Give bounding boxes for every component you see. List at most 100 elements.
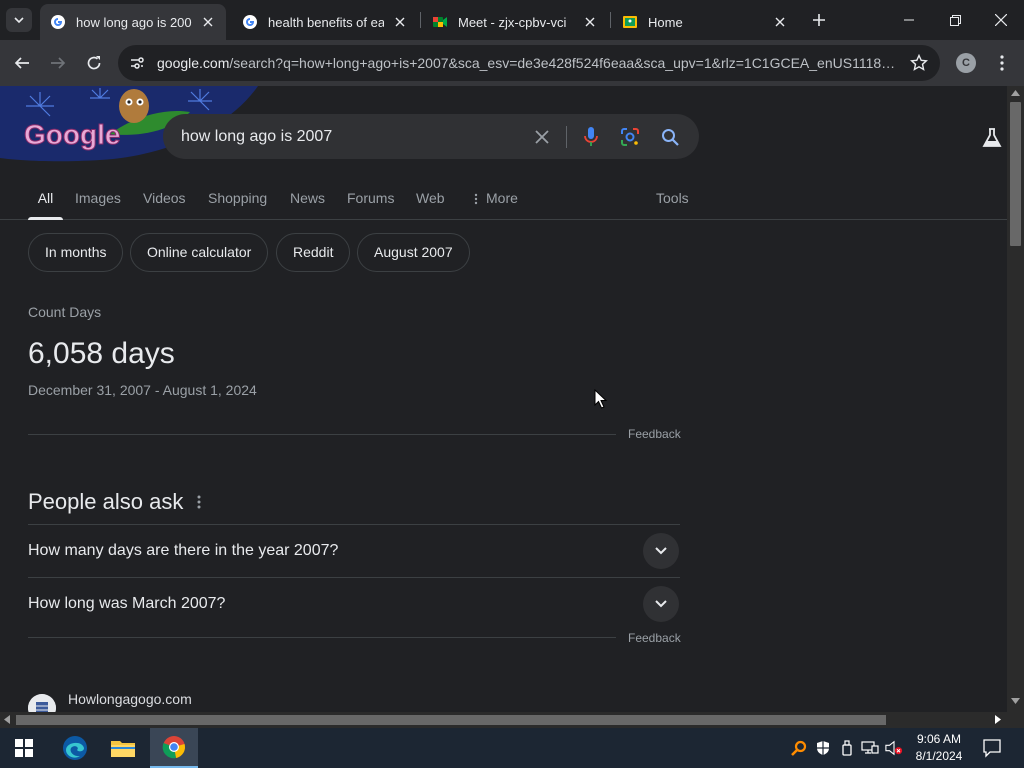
- clock-date: 8/1/2024: [915, 749, 963, 763]
- camera-lens-icon: [621, 128, 639, 146]
- tab-news[interactable]: News: [290, 180, 325, 220]
- clear-search-button[interactable]: [530, 125, 554, 149]
- volume-muted-icon[interactable]: [885, 739, 903, 757]
- google-icon: [51, 15, 65, 29]
- chevron-down-icon: [655, 600, 667, 608]
- paa-expand-button[interactable]: [643, 533, 679, 569]
- site-info-icon[interactable]: [128, 54, 146, 72]
- search-results-page: Google how long ago is 2007 All Images V…: [0, 86, 1007, 712]
- reload-button[interactable]: [80, 49, 108, 77]
- horizontal-scroll-thumb[interactable]: [16, 715, 886, 725]
- vertical-scroll-thumb[interactable]: [1010, 102, 1021, 246]
- chevron-down-icon: [655, 547, 667, 555]
- close-tab-icon[interactable]: [582, 14, 598, 30]
- url-text: google.com/search?q=how+long+ago+is+2007…: [157, 45, 897, 81]
- tab-more[interactable]: More: [486, 180, 518, 220]
- tab-all[interactable]: All: [28, 180, 63, 220]
- restore-button[interactable]: [932, 0, 978, 40]
- divider: [28, 524, 680, 525]
- browser-tab-2[interactable]: health benefits of eatin: [232, 4, 418, 40]
- voice-search-button[interactable]: [579, 125, 603, 149]
- forward-button[interactable]: [44, 49, 72, 77]
- paa-feedback-link[interactable]: Feedback: [628, 631, 681, 645]
- tab-title: health benefits of eatin: [268, 14, 384, 30]
- paa-expand-button[interactable]: [643, 586, 679, 622]
- refine-chip[interactable]: August 2007: [357, 233, 470, 272]
- kebab-menu-icon[interactable]: [194, 494, 204, 510]
- search-tabs: All Images Videos Shopping News Forums W…: [0, 180, 1007, 220]
- taskbar-chrome[interactable]: [150, 728, 198, 768]
- search-box-divider: [566, 126, 567, 148]
- tab-search-button[interactable]: [6, 8, 32, 32]
- refine-chip[interactable]: Reddit: [276, 233, 351, 272]
- divider: [28, 434, 616, 435]
- tab-web[interactable]: Web: [416, 180, 445, 220]
- close-tab-icon[interactable]: [200, 14, 216, 30]
- lens-search-button[interactable]: [618, 125, 642, 149]
- chrome-icon: [162, 736, 185, 759]
- network-icon[interactable]: [861, 739, 879, 757]
- search-submit-button[interactable]: [658, 125, 682, 149]
- tools-button[interactable]: Tools: [656, 180, 689, 220]
- microphone-icon: [584, 127, 598, 146]
- refine-chip[interactable]: In months: [28, 233, 124, 272]
- vertical-scrollbar[interactable]: [1007, 86, 1024, 712]
- start-button[interactable]: [0, 728, 48, 768]
- plus-icon: [813, 14, 825, 26]
- tab-shopping[interactable]: Shopping: [208, 180, 267, 220]
- screen: how long ago is 2007 - health benefits o…: [0, 0, 1024, 768]
- usb-device-icon[interactable]: [838, 739, 856, 757]
- svg-text:Google: Google: [24, 119, 120, 150]
- paa-question[interactable]: How long was March 2007?: [28, 595, 225, 613]
- search-box[interactable]: how long ago is 2007: [163, 114, 699, 159]
- profile-avatar[interactable]: C: [956, 53, 976, 73]
- restore-icon: [949, 14, 961, 26]
- site-favicon-icon: [28, 694, 56, 712]
- arrow-right-icon: [51, 57, 66, 69]
- chevron-down-icon: [14, 17, 24, 24]
- scroll-right-icon[interactable]: [995, 715, 1001, 724]
- minimize-button[interactable]: [886, 0, 932, 40]
- close-window-button[interactable]: [978, 0, 1024, 40]
- new-tab-button[interactable]: [808, 9, 830, 31]
- address-bar[interactable]: google.com/search?q=how+long+ago+is+2007…: [118, 45, 940, 81]
- minimize-icon: [904, 19, 914, 21]
- taskbar-edge[interactable]: [51, 728, 99, 768]
- close-tab-icon[interactable]: [772, 14, 788, 30]
- browser-menu-button[interactable]: [992, 51, 1012, 75]
- tab-videos[interactable]: Videos: [143, 180, 186, 220]
- browser-tab-strip: how long ago is 2007 - health benefits o…: [0, 0, 1024, 40]
- search-labs-icon[interactable]: [980, 126, 1004, 150]
- taskbar-file-explorer[interactable]: [99, 728, 147, 768]
- meet-icon: [433, 17, 447, 27]
- close-icon: [995, 14, 1007, 26]
- horizontal-scrollbar[interactable]: [0, 712, 1024, 728]
- result-site-name[interactable]: Howlongagogo.com: [68, 691, 192, 707]
- more-dots-icon: [474, 193, 478, 205]
- answer-feedback-link[interactable]: Feedback: [628, 427, 681, 441]
- scroll-up-icon[interactable]: [1011, 90, 1020, 96]
- refine-chip[interactable]: Online calculator: [130, 233, 269, 272]
- people-also-ask-heading: People also ask: [28, 489, 184, 514]
- browser-tab-3[interactable]: Meet - zjx-cpbv-vci: [422, 4, 608, 40]
- close-tab-icon[interactable]: [392, 14, 408, 30]
- search-query-text[interactable]: how long ago is 2007: [181, 114, 332, 159]
- system-clock[interactable]: 9:06 AM 8/1/2024: [910, 731, 968, 765]
- kebab-menu-icon: [1000, 55, 1004, 71]
- security-shield-icon[interactable]: [814, 739, 832, 757]
- tab-forums[interactable]: Forums: [347, 180, 394, 220]
- paa-question[interactable]: How many days are there in the year 2007…: [28, 542, 338, 560]
- search-tray-icon[interactable]: [790, 739, 808, 757]
- back-button[interactable]: [8, 49, 36, 77]
- scroll-down-icon[interactable]: [1011, 698, 1020, 704]
- google-icon: [243, 15, 257, 29]
- scroll-left-icon[interactable]: [4, 715, 10, 724]
- notification-center-icon[interactable]: [982, 738, 1002, 758]
- browser-tab-4[interactable]: Home: [612, 4, 798, 40]
- bookmark-star-icon[interactable]: [910, 54, 928, 72]
- search-icon: [662, 129, 679, 146]
- browser-tab-1[interactable]: how long ago is 2007 -: [40, 4, 226, 40]
- tab-images[interactable]: Images: [75, 180, 121, 220]
- tab-divider: [420, 12, 421, 28]
- windows-logo-icon: [15, 739, 33, 757]
